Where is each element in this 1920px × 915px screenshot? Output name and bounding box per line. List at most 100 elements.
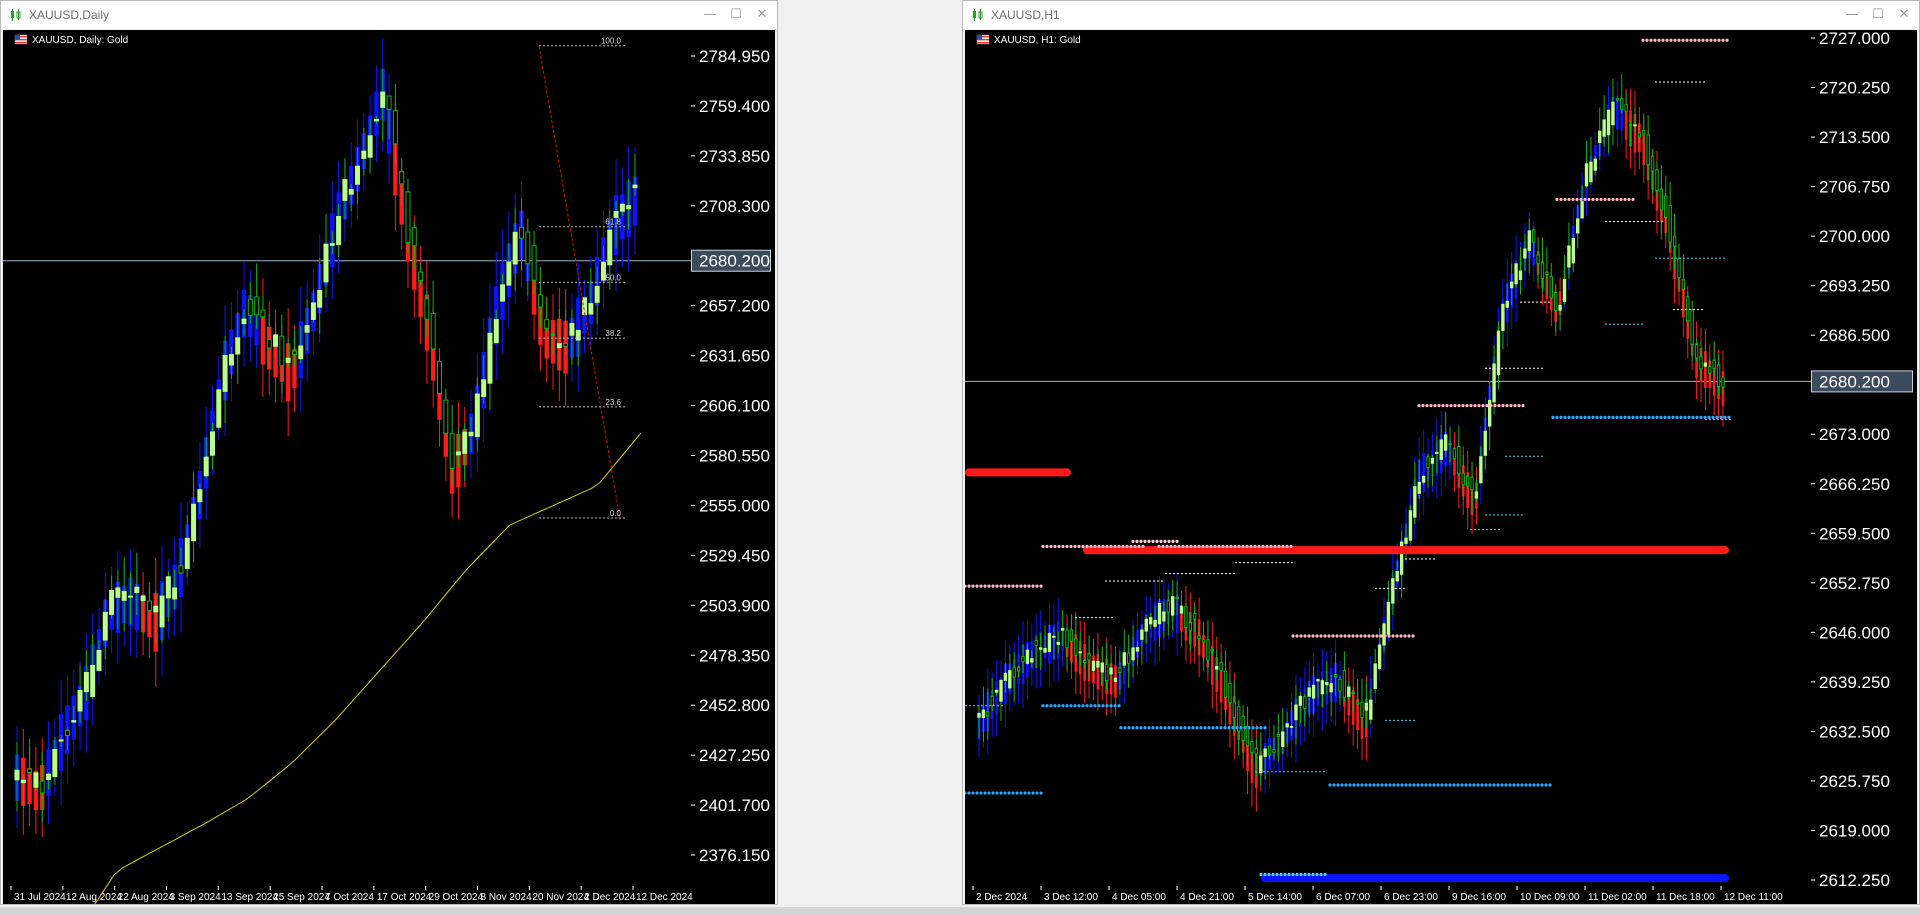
close-icon[interactable]: ✕: [1891, 3, 1917, 27]
support-dot: [1528, 783, 1532, 787]
candle: [1562, 278, 1567, 302]
candle: [1166, 600, 1171, 613]
support-dot: [1532, 783, 1536, 787]
support-dot: [1179, 726, 1183, 730]
maximize-icon[interactable]: ☐: [1865, 3, 1891, 27]
support-dot: [971, 791, 975, 795]
candle: [1162, 611, 1166, 622]
resistance-dot: [1453, 404, 1457, 408]
support-dot: [1567, 415, 1571, 419]
candle: [1060, 628, 1065, 631]
candle: [556, 343, 562, 349]
candle: [1369, 699, 1373, 720]
support-dot: [1323, 872, 1327, 877]
support-dot: [1651, 415, 1655, 419]
window-title: XAUUSD,Daily: [29, 8, 110, 22]
resistance-dot: [1249, 544, 1253, 549]
support-dot: [975, 791, 979, 795]
time-tick-label: 4 Dec 05:00: [1112, 892, 1166, 903]
candle: [1294, 704, 1298, 721]
support-dot: [1468, 783, 1472, 787]
resistance-dot: [1221, 544, 1225, 549]
resistance-dot: [1701, 38, 1705, 42]
resistance-dot: [1031, 584, 1035, 588]
window-titlebar[interactable]: XAUUSD,H1 — ☐ ✕: [963, 1, 1919, 29]
candle: [109, 589, 115, 615]
price-tick-label: 2784.950: [699, 47, 770, 66]
time-tick-label: 7 Oct 2024: [325, 892, 374, 903]
support-dot: [1291, 872, 1295, 877]
support-dot: [1340, 783, 1344, 787]
resistance-dot: [1445, 404, 1449, 408]
resistance-dot: [1689, 38, 1693, 42]
minimize-icon[interactable]: —: [697, 3, 723, 27]
status-strip: [0, 907, 1920, 915]
price-tick-label: 2555.000: [699, 496, 770, 515]
candle: [1316, 678, 1320, 682]
price-tick-label: 2657.200: [699, 297, 770, 316]
resistance-dot: [1657, 38, 1661, 42]
resistance-dot: [1201, 544, 1205, 549]
support-dot: [1428, 783, 1432, 787]
support-dot: [983, 791, 987, 795]
support-dot: [1344, 783, 1348, 787]
price-chart-h1[interactable]: 2727.000 2720.250 2713.500 2706.750 2700.000…: [965, 30, 1917, 904]
support-dot: [1476, 783, 1480, 787]
candle: [1298, 695, 1303, 706]
candle: [310, 302, 316, 320]
candle: [424, 298, 430, 320]
candle: [1016, 666, 1021, 672]
support-dot: [1352, 783, 1356, 787]
time-tick-label: 2 Dec 2024: [584, 892, 636, 903]
candle: [355, 165, 361, 185]
resistance-dot: [1289, 544, 1293, 549]
candle: [569, 322, 575, 336]
price-chart-daily[interactable]: 2784.950 2759.400 2733.850 2708.300 2657.200…: [3, 30, 775, 904]
candle: [1404, 537, 1408, 544]
support-dot: [1571, 415, 1575, 419]
maximize-icon[interactable]: ☐: [723, 3, 749, 27]
chart-window-daily[interactable]: XAUUSD,Daily — ☐ ✕ 2784.950 2759.400 2733.…: [0, 0, 778, 905]
candle: [1030, 658, 1034, 663]
price-tick-label: 2659.500: [1819, 524, 1890, 543]
resistance-dot: [1571, 197, 1575, 202]
resistance-dot: [1411, 634, 1415, 638]
candle: [342, 179, 348, 201]
support-dot: [1548, 783, 1552, 787]
support-dot: [1667, 415, 1671, 419]
resistance-dot: [1371, 634, 1375, 638]
price-tick-label: 2720.250: [1819, 79, 1890, 98]
candle: [1509, 281, 1514, 289]
window-title: XAUUSD,H1: [991, 8, 1060, 22]
minimize-icon[interactable]: —: [1839, 3, 1865, 27]
candle: [1518, 270, 1523, 281]
candle: [399, 170, 405, 185]
candle: [1074, 638, 1078, 656]
support-dot: [1139, 726, 1143, 730]
time-tick-label: 11 Dec 02:00: [1588, 892, 1647, 903]
resistance-dot: [1143, 539, 1147, 543]
support-dot: [1151, 726, 1155, 730]
support-dot: [1081, 704, 1085, 708]
candle: [1483, 430, 1487, 456]
time-tick-label: 3 Dec 12:00: [1044, 892, 1098, 903]
window-titlebar[interactable]: XAUUSD,Daily — ☐ ✕: [1, 1, 777, 29]
candle: [298, 345, 304, 360]
candle: [1047, 633, 1052, 652]
resistance-dot: [1493, 404, 1497, 408]
close-icon[interactable]: ✕: [749, 3, 775, 27]
candle: [1267, 745, 1272, 756]
resistance-dot: [1403, 634, 1407, 638]
price-tick-label: 2646.000: [1819, 623, 1890, 642]
candle: [1474, 491, 1479, 499]
candle: [1197, 635, 1201, 640]
chart-window-h1[interactable]: XAUUSD,H1 — ☐ ✕ 2727.000 2720.250 2713.500…: [962, 0, 1920, 905]
support-dot: [1267, 872, 1271, 877]
support-dot: [1619, 415, 1623, 419]
support-dot: [1472, 783, 1476, 787]
candle: [1140, 629, 1144, 640]
support-dot: [1053, 704, 1057, 708]
candle: [203, 456, 209, 477]
resistance-dot: [1291, 634, 1295, 638]
candle: [1461, 472, 1465, 486]
